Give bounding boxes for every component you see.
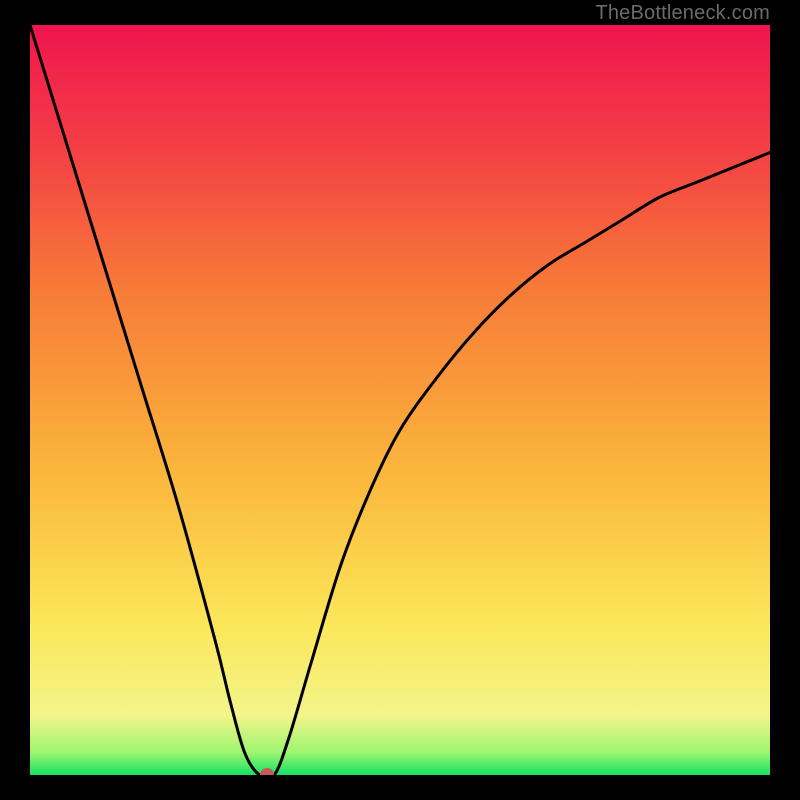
watermark-text: TheBottleneck.com [595, 2, 770, 25]
minimum-marker-icon [260, 768, 274, 775]
plot-area [30, 25, 770, 775]
bottleneck-curve [30, 25, 770, 775]
chart-frame [0, 0, 800, 800]
curve-svg [30, 25, 770, 775]
